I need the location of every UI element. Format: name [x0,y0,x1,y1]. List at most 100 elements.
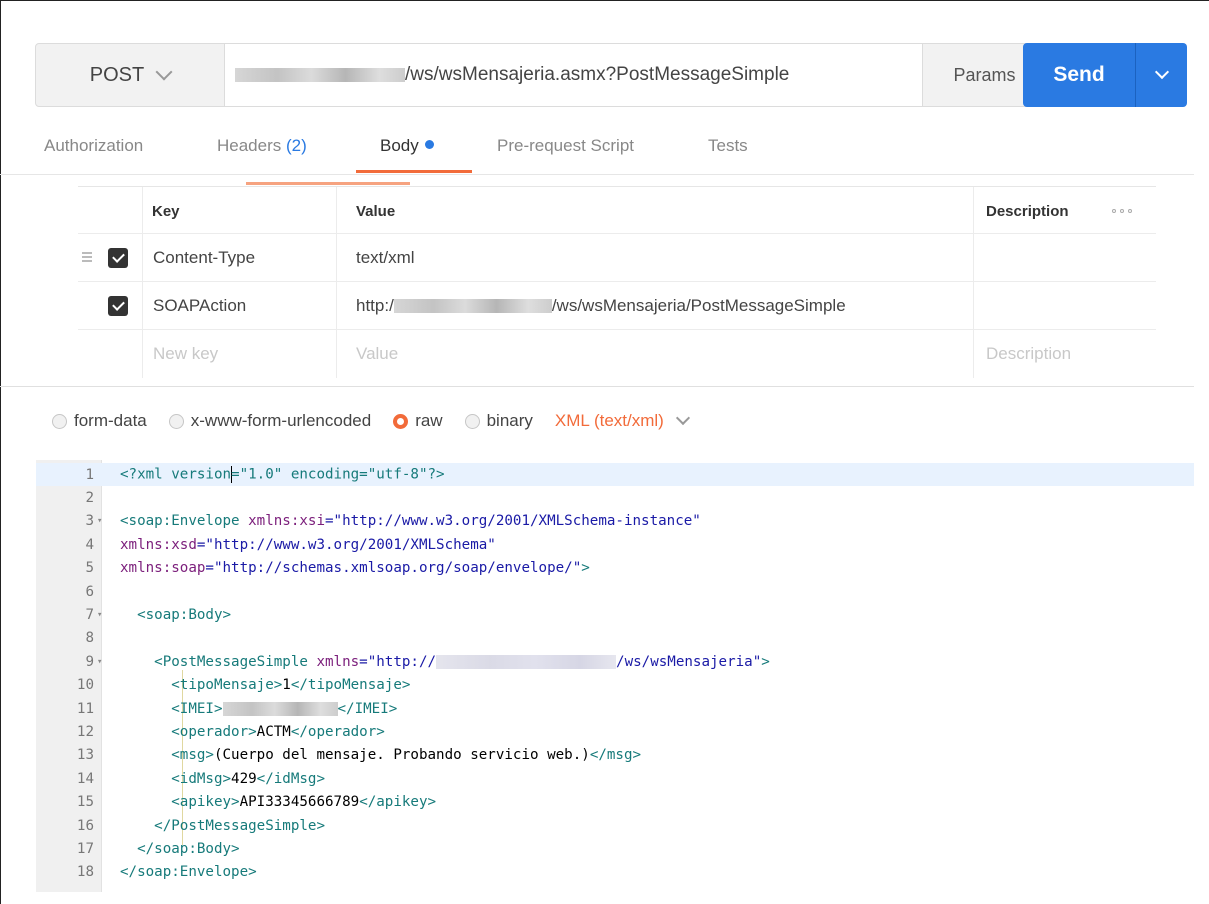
xml-tag: </apikey> [359,794,437,811]
table-row-new: New key Value Description [78,330,1156,378]
code-line: 4 xmlns:xsd="http://www.w3.org/2001/XMLS… [36,533,1194,556]
column-divider [973,234,974,282]
tab-tests[interactable]: Tests [708,136,748,156]
send-button[interactable]: Send [1023,43,1135,107]
tab-authorization[interactable]: Authorization [44,136,143,156]
code-text: <soap:Body> [120,607,231,623]
column-divider [336,187,337,235]
column-divider [336,282,337,330]
table-header-row: Key Value Description [78,186,1156,235]
drag-handle-icon[interactable] [82,252,92,262]
column-divider [973,330,974,378]
new-value-input[interactable]: Value [356,330,398,378]
send-button-group: Send [1023,43,1187,107]
send-label: Send [1053,63,1105,86]
code-text: xmlns:xsd="http://www.w3.org/2001/XMLSch… [120,537,496,553]
line-number: 1 [85,466,94,483]
radio-unselected-icon [464,413,480,429]
line-number: 10 [76,677,94,694]
column-divider [142,330,143,378]
header-value-cell[interactable]: text/xml [356,234,415,282]
code-line: 15 <apikey>API33345666789</apikey> [36,791,1194,814]
more-options-icon [1112,209,1132,213]
raw-body-editor[interactable]: 1 <?xml version="1.0" encoding="utf-8"?>… [36,460,1194,892]
active-tab-underline [356,170,472,173]
line-number: 18 [76,864,94,881]
code-line: 2 [36,486,1194,509]
content-type-dropdown[interactable]: XML (text/xml) [555,410,690,431]
xml-tag: <tipoMensaje> [171,677,283,694]
redacted-imei [222,701,338,716]
xml-string: ="http:// [359,653,437,670]
line-number: 16 [76,817,94,834]
header-key-cell[interactable]: SOAPAction [153,282,246,330]
request-tabs: Authorization Headers (2) Body Pre-reque… [44,136,1194,176]
line-number: 12 [76,724,94,741]
xml-text: 1 [282,677,291,694]
bulk-actions-menu[interactable] [1112,187,1132,235]
request-bar: POST /ws/wsMensajeria.asmx?PostMessageSi… [35,43,1047,107]
new-description-input[interactable]: Description [986,330,1071,378]
xml-declaration: <?xml version [120,466,232,483]
line-number: 3 [85,513,94,530]
tab-body-label: Body [380,136,419,155]
fold-toggle-icon[interactable]: ▾ [97,516,105,526]
url-input[interactable]: /ws/wsMensajeria.asmx?PostMessageSimple [225,43,922,107]
tab-body[interactable]: Body [380,136,434,156]
header-value-cell[interactable]: http:/ /ws/wsMensajeria/PostMessageSimple [356,282,846,330]
code-text: <IMEI> </IMEI> [120,701,397,717]
redacted-host [235,68,405,82]
header-key-cell[interactable]: Content-Type [153,234,255,282]
section-divider [0,386,1194,387]
xml-text: 429 [231,770,257,787]
xml-attr: xmlns:soap [120,560,206,577]
column-header-value: Value [356,202,396,220]
radio-form-data[interactable]: form-data [52,411,147,431]
line-number: 13 [76,747,94,764]
code-line: 6 [36,580,1194,603]
fold-toggle-icon[interactable]: ▾ [97,657,105,667]
column-divider [336,330,337,378]
line-number: 2 [85,490,94,507]
new-key-input[interactable]: New key [153,330,218,378]
radio-raw[interactable]: raw [393,411,443,431]
xml-string: ="http://schemas.xmlsoap.org/soap/envelo… [205,560,582,577]
column-divider [973,187,974,235]
radio-urlencoded-label: x-www-form-urlencoded [190,411,372,430]
xml-tag: <soap:Envelope [120,513,240,530]
radio-selected-icon [393,413,409,429]
code-text: <soap:Envelope xmlns:xsi="http://www.w3.… [120,513,701,529]
radio-binary[interactable]: binary [464,411,533,431]
send-dropdown-button[interactable] [1136,43,1187,107]
xml-tag: </tipoMensaje> [290,677,411,694]
checkbox-checked-icon [108,248,128,268]
params-label: Params [953,64,1016,85]
tabs-divider [0,174,1194,175]
xml-text: API33345666789 [239,794,360,811]
code-text: <idMsg>429</idMsg> [120,771,325,787]
code-line: 17 </soap:Body> [36,837,1194,860]
body-type-selector: form-data x-www-form-urlencoded raw bina… [52,408,690,434]
radio-raw-label: raw [415,411,443,430]
xml-declaration-attrs: ="1.0" encoding="utf-8"?> [231,466,445,483]
tab-prerequest-script[interactable]: Pre-request Script [497,136,634,156]
code-text: <apikey>API33345666789</apikey> [120,794,436,810]
code-line: 8 [36,627,1194,650]
xml-attr: xmlns [307,653,360,670]
line-number: 15 [76,794,94,811]
xml-tag: </idMsg> [256,770,326,787]
code-line: 5 xmlns:soap="http://schemas.xmlsoap.org… [36,557,1194,580]
code-line: 18 </soap:Envelope> [36,861,1194,884]
tab-headers[interactable]: Headers (2) [217,136,307,156]
code-line: 11 <IMEI> </IMEI> [36,697,1194,720]
row-enabled-checkbox[interactable] [108,282,128,330]
radio-urlencoded[interactable]: x-www-form-urlencoded [168,411,372,431]
row-enabled-checkbox[interactable] [108,234,128,282]
redacted-host [436,654,617,669]
line-number: 5 [85,560,94,577]
code-text: <PostMessageSimple xmlns="http:// /ws/wsM… [120,654,770,670]
xml-attr: xmlns:xsi [239,513,326,530]
column-header-description: Description [986,202,1069,220]
method-select[interactable]: POST [35,43,225,107]
fold-toggle-icon[interactable]: ▾ [97,610,105,620]
